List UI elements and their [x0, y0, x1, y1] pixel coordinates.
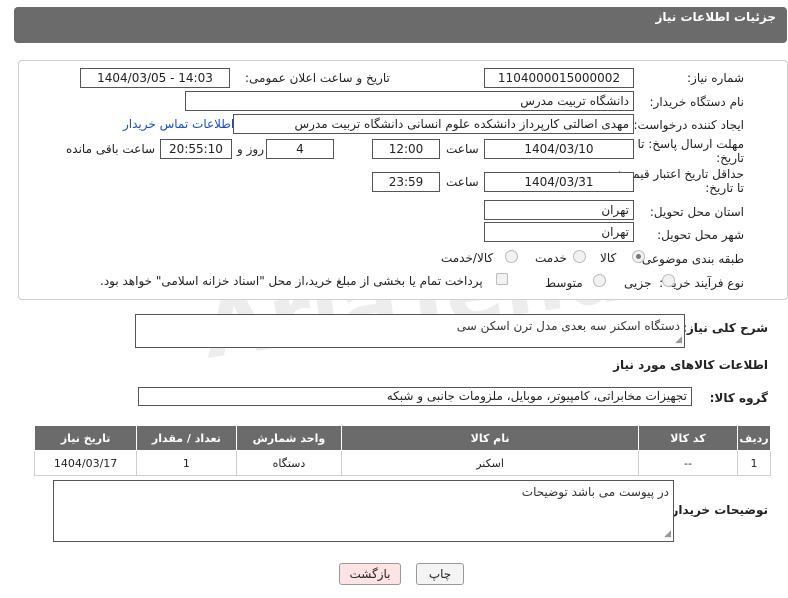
announce-label: تاریخ و ساعت اعلان عمومی:	[245, 71, 390, 85]
price-valid-label: حداقل تاریخ اعتبار قیمت:	[617, 167, 744, 181]
cell-code: --	[637, 450, 739, 476]
col-qty: تعداد / مقدار	[136, 425, 237, 451]
deadline-label: مهلت ارسال پاسخ: تا	[637, 137, 744, 151]
buyer-notes-label: توضیحات خریدار:	[666, 503, 768, 517]
cell-qty: 1	[136, 450, 237, 476]
col-row: ردیف	[737, 425, 771, 451]
buyer-notes-field: در پیوست می باشد توضیحات ◢	[53, 480, 674, 542]
cell-row: 1	[737, 450, 771, 476]
description-field: دستگاه اسکنر سه بعدی مدل ترن اسکن سی ◢	[135, 314, 685, 348]
category-option-goods: کالا	[600, 251, 617, 265]
cell-name: اسکنر	[341, 450, 639, 476]
table-header-row: ردیف کد کالا نام کالا واحد شمارش تعداد /…	[33, 425, 771, 451]
items-table: ردیف کد کالا نام کالا واحد شمارش تعداد /…	[33, 425, 771, 476]
need-number-field: 1104000015000002	[484, 68, 634, 88]
buyer-org-field: دانشگاه تربیت مدرس	[185, 91, 634, 111]
back-button[interactable]: بازگشت	[339, 563, 401, 585]
buyer-org-label: نام دستگاه خریدار:	[649, 95, 745, 109]
price-valid-time-field: 23:59	[372, 172, 440, 192]
treasury-checkbox[interactable]	[496, 273, 508, 285]
category-option-both: کالا/خدمت	[441, 251, 494, 265]
goods-group-label: گروه کالا:	[709, 391, 768, 405]
creator-label: ایجاد کننده درخواست:	[633, 118, 744, 132]
price-valid-date-label: تا تاریخ:	[705, 181, 744, 195]
table-row: 1 -- اسکنر دستگاه 1 1404/03/17	[33, 450, 771, 476]
goods-group-field: تجهیزات مخابراتی، کامپیوتر، موبایل، ملزو…	[138, 387, 692, 406]
remaining-label: ساعت باقی مانده	[66, 142, 156, 156]
resize-handle-icon[interactable]: ◢	[664, 529, 671, 539]
description-text: دستگاه اسکنر سه بعدی مدل ترن اسکن سی	[456, 319, 680, 333]
col-name: نام کالا	[341, 425, 639, 451]
days-label: روز و	[237, 142, 264, 156]
payment-note: پرداخت تمام یا بخشی از مبلغ خرید،از محل …	[100, 274, 483, 288]
buyer-notes-text: در پیوست می باشد توضیحات	[521, 485, 669, 499]
category-radio-service[interactable]	[573, 250, 586, 263]
deadline-date-field: 1404/03/10	[484, 139, 634, 159]
province-field: تهران	[484, 200, 634, 220]
process-option-partial: جزیی	[624, 276, 652, 290]
category-radio-both[interactable]	[505, 250, 518, 263]
deadline-time-field: 12:00	[372, 139, 440, 159]
process-radio-partial[interactable]	[662, 274, 675, 287]
deadline-date-label: تاریخ:	[716, 151, 744, 165]
province-label: استان محل تحویل:	[649, 205, 744, 219]
page-title: جزئیات اطلاعات نیاز	[655, 10, 776, 24]
col-code: کد کالا	[637, 425, 739, 451]
need-number-label: شماره نیاز:	[687, 71, 744, 85]
remaining-field: 20:55:10	[160, 139, 232, 159]
category-option-service: خدمت	[535, 251, 567, 265]
resize-handle-icon[interactable]: ◢	[675, 335, 682, 345]
buyer-contact-link[interactable]: اطلاعات تماس خریدار	[123, 117, 234, 131]
col-date: تاریخ نیاز	[33, 425, 138, 451]
category-radio-goods[interactable]	[632, 250, 645, 263]
deadline-time-label: ساعت	[446, 142, 479, 156]
description-label: شرح کلی نیاز:	[682, 321, 768, 335]
announce-field: 1404/03/05 - 14:03	[80, 68, 230, 88]
goods-section-title: اطلاعات کالاهای مورد نیاز	[613, 358, 768, 372]
days-field: 4	[266, 139, 334, 159]
price-valid-time-label: ساعت	[446, 175, 479, 189]
print-button[interactable]: چاپ	[416, 563, 464, 585]
col-unit: واحد شمارش	[235, 425, 343, 451]
creator-field: مهدی اصالتی کارپرداز دانشکده علوم انسانی…	[233, 114, 634, 134]
city-label: شهر محل تحویل:	[657, 228, 744, 242]
cell-unit: دستگاه	[235, 450, 343, 476]
cell-date: 1404/03/17	[33, 450, 138, 476]
city-field: تهران	[484, 222, 634, 242]
price-valid-date-field: 1404/03/31	[484, 172, 634, 192]
category-label: طبقه بندی موضوعی:	[637, 252, 744, 266]
process-option-medium: متوسط	[545, 276, 583, 290]
process-radio-medium[interactable]	[593, 274, 606, 287]
